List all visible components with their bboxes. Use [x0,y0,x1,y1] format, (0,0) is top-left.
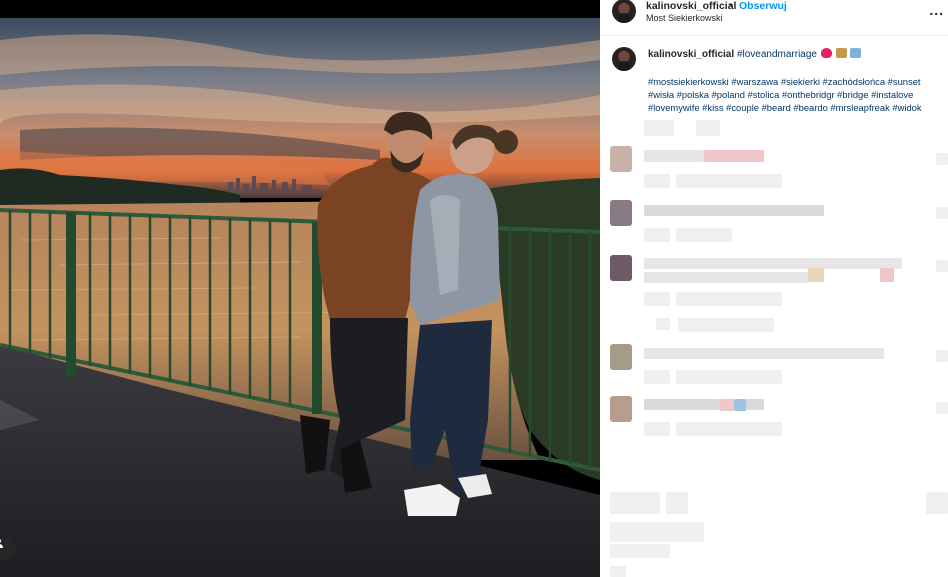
blurred-text [610,522,704,542]
follow-button[interactable]: Obserwuj [739,0,787,12]
header-username[interactable]: kalinovski_official [646,0,736,12]
avatar[interactable] [610,200,632,226]
avatar[interactable] [610,396,632,422]
blurred-text [644,348,884,359]
more-options-icon[interactable]: ... [929,2,944,18]
blurred-text [666,492,688,514]
blurred-text [610,544,670,558]
blurred-text [644,228,670,242]
blurred-text [746,399,764,410]
person-tag-icon [0,539,3,548]
blurred-text [644,174,670,188]
header-separator: • [729,0,733,11]
sunset-bridge-photo [0,0,600,577]
blurred-text [644,120,674,136]
avatar[interactable] [610,344,632,370]
couple-emoji-icon [835,48,847,58]
blurred-text [610,566,626,577]
blurred-text [676,174,782,188]
caption-username[interactable]: kalinovski_official [648,49,734,60]
post-photo[interactable] [0,0,600,577]
blurred-text [610,492,660,514]
blurred-text [926,492,948,514]
blurred-text [676,370,782,384]
blurred-text [808,268,824,282]
like-icon[interactable] [936,207,948,219]
blurred-text [676,422,782,436]
blurred-text [656,318,670,330]
blurred-text [696,120,720,136]
hashtag-link[interactable]: #loveandmarriage [737,49,817,60]
post-header: kalinovski_official • Obserwuj Most Siek… [600,0,948,36]
blurred-text [644,422,670,436]
location-link[interactable]: Most Siekierkowski [646,13,723,23]
blurred-text [644,258,902,269]
post-side-panel: kalinovski_official • Obserwuj Most Siek… [600,0,948,577]
blurred-text [644,272,808,283]
like-icon[interactable] [936,350,948,362]
avatar[interactable] [610,255,632,281]
blurred-text [644,292,670,306]
like-icon[interactable] [936,153,948,165]
map-emoji-icon [850,48,862,58]
caption-hashtags[interactable]: #mostsiekierkowski #warszawa #siekierki … [648,75,944,114]
blurred-text [644,370,670,384]
like-icon[interactable] [936,260,948,272]
caption-avatar[interactable] [612,47,636,71]
caption-line: kalinovski_official #loveandmarriage [648,48,862,60]
blurred-text [676,292,782,306]
avatar[interactable] [612,0,636,23]
avatar[interactable] [610,146,632,172]
blurred-text [678,318,774,332]
blurred-text [734,399,746,411]
blurred-text [704,150,764,162]
blurred-text [720,399,734,411]
blurred-text [676,228,732,242]
blurred-text [644,205,824,216]
heart-emoji-icon [820,48,832,58]
like-icon[interactable] [936,402,948,414]
blurred-text [880,268,894,282]
blurred-text [644,150,704,162]
blurred-text [644,399,720,410]
